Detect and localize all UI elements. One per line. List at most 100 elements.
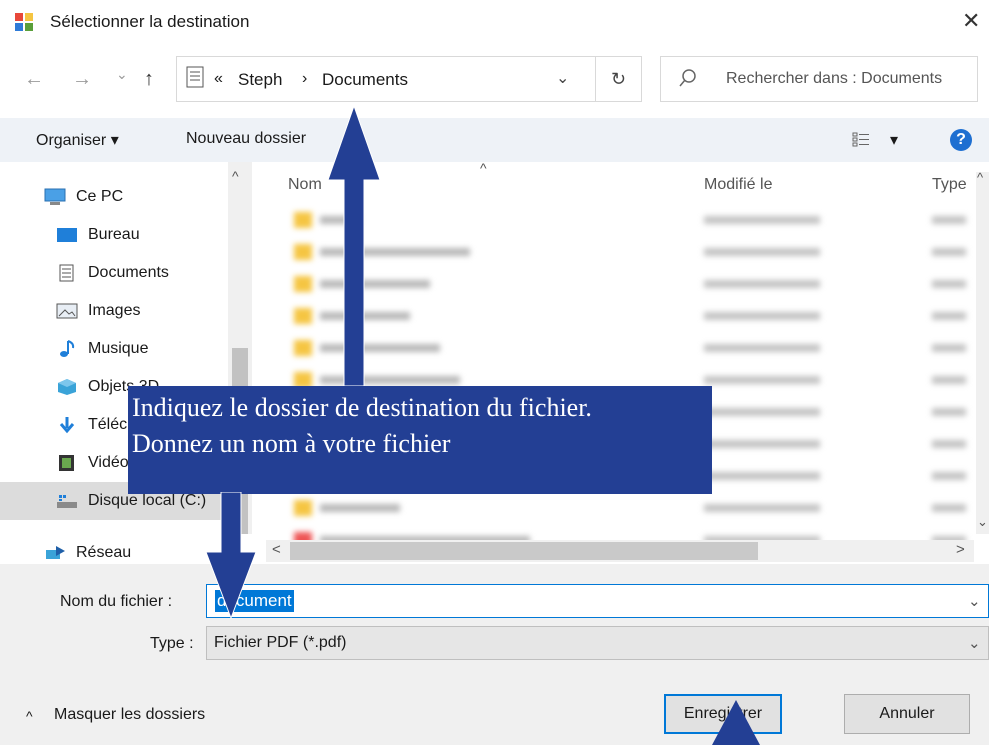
close-icon[interactable]: ✕ (962, 8, 980, 34)
filename-dropdown-icon[interactable]: ⌄ (968, 592, 981, 610)
new-folder-button[interactable]: Nouveau dossier (186, 130, 306, 148)
documents-icon (186, 66, 204, 88)
file-type-redacted (932, 376, 966, 384)
file-date-redacted (704, 472, 820, 480)
file-row[interactable] (290, 492, 970, 524)
instruction-text: Indiquez le dossier de destination du fi… (132, 390, 592, 462)
sort-indicator-icon: ^ (480, 160, 487, 176)
file-row[interactable] (290, 300, 970, 332)
search-placeholder: Rechercher dans : Documents (726, 70, 943, 87)
file-type-redacted (932, 280, 966, 288)
search-icon (678, 68, 698, 88)
window-title: Sélectionner la destination (50, 12, 250, 31)
file-type-redacted (932, 216, 966, 224)
file-date-redacted (704, 504, 820, 512)
hide-folders-button[interactable]: Masquer les dossiers (54, 706, 205, 724)
file-date-redacted (704, 344, 820, 352)
documents-icon (56, 264, 78, 282)
filelist-scroll-down[interactable]: ⌄ (977, 514, 988, 530)
file-type-redacted (932, 504, 966, 512)
file-row[interactable] (290, 204, 970, 236)
file-date-redacted (704, 248, 820, 256)
folder-icon (294, 276, 312, 292)
view-dropdown-icon[interactable]: ▾ (890, 130, 898, 150)
column-header-modified[interactable]: Modifié le (704, 176, 772, 194)
toolbar (0, 118, 989, 162)
chevron-up-icon[interactable]: ^ (26, 708, 33, 724)
organise-button[interactable]: Organiser ▾ (36, 130, 119, 150)
file-row[interactable] (290, 332, 970, 364)
folder-icon (294, 212, 312, 228)
file-row[interactable] (290, 236, 970, 268)
recent-locations-icon[interactable]: ⌄ (116, 66, 128, 83)
file-type-redacted (932, 312, 966, 320)
type-value: Fichier PDF (*.pdf) (214, 634, 347, 651)
cancel-button[interactable]: Annuler (844, 694, 970, 734)
horizontal-scroll-thumb[interactable] (290, 542, 758, 560)
images-icon (56, 302, 78, 320)
file-type-redacted (932, 248, 966, 256)
video-icon (56, 454, 78, 472)
sidebar-item-label: Disque local (C:) (88, 492, 207, 509)
file-row[interactable] (290, 268, 970, 300)
arrow-to-save-button (712, 700, 760, 745)
folder-icon (294, 244, 312, 260)
sidebar-item-label: Bureau (88, 226, 140, 243)
filelist-vertical-scrollbar[interactable] (976, 172, 989, 534)
sidebar-item-label: Réseau (76, 544, 132, 561)
file-type-redacted (932, 408, 966, 416)
column-header-type[interactable]: Type (932, 176, 967, 194)
folder-icon (294, 308, 312, 324)
file-date-redacted (704, 312, 820, 320)
disk-icon (56, 492, 78, 510)
sidebar-item-label: Images (88, 302, 141, 319)
breadcrumb-separator[interactable]: › (302, 70, 307, 88)
type-label: Type : (150, 635, 194, 652)
breadcrumb-overflow[interactable]: « (214, 70, 223, 88)
scroll-left-icon[interactable]: < (272, 541, 281, 558)
up-arrow-icon[interactable]: ↑ (144, 68, 154, 91)
help-icon[interactable]: ? (950, 129, 972, 151)
folder-icon (294, 500, 312, 516)
computer-icon (44, 188, 66, 206)
view-options-icon[interactable] (852, 131, 870, 149)
back-arrow-icon[interactable]: ← (24, 68, 44, 91)
file-date-redacted (704, 440, 820, 448)
address-dropdown-icon[interactable]: ⌄ (556, 68, 569, 88)
arrow-to-filename (205, 492, 257, 620)
app-icon (14, 12, 34, 32)
file-type-redacted (932, 344, 966, 352)
music-icon (56, 340, 78, 358)
scroll-right-icon[interactable]: > (956, 541, 965, 558)
folder-icon (294, 340, 312, 356)
breadcrumb-steph[interactable]: Steph (238, 70, 282, 90)
desktop-icon (56, 226, 78, 244)
download-icon (56, 416, 78, 434)
sidebar-item-this-pc[interactable]: Ce PC (0, 178, 228, 216)
forward-arrow-icon[interactable]: → (72, 68, 92, 91)
file-type-redacted (932, 440, 966, 448)
sidebar-item-desktop[interactable]: Bureau (0, 216, 228, 254)
filename-label: Nom du fichier : (60, 593, 173, 610)
navigation-scroll-up[interactable]: ^ (232, 168, 239, 184)
filelist-scroll-up[interactable]: ^ (977, 170, 983, 185)
objects3d-icon (56, 378, 78, 396)
sidebar-item-label: Ce PC (76, 188, 124, 205)
file-name-redacted (320, 504, 400, 512)
sidebar-item-label: Musique (88, 340, 149, 357)
column-header-name[interactable]: Nom (288, 176, 322, 194)
type-dropdown-icon[interactable]: ⌄ (968, 634, 981, 652)
sidebar-item-music[interactable]: Musique (0, 330, 228, 368)
file-date-redacted (704, 376, 820, 384)
sidebar-item-documents[interactable]: Documents (0, 254, 228, 292)
file-date-redacted (704, 280, 820, 288)
instruction-line-1: Indiquez le dossier de destination du fi… (132, 393, 592, 422)
file-type-redacted (932, 472, 966, 480)
filename-input[interactable]: document (206, 584, 989, 618)
file-date-redacted (704, 408, 820, 416)
sidebar-item-images[interactable]: Images (0, 292, 228, 330)
file-date-redacted (704, 216, 820, 224)
breadcrumb-documents[interactable]: Documents (322, 70, 408, 90)
arrow-to-address-bar (327, 104, 381, 387)
refresh-icon[interactable]: ↻ (596, 56, 642, 102)
